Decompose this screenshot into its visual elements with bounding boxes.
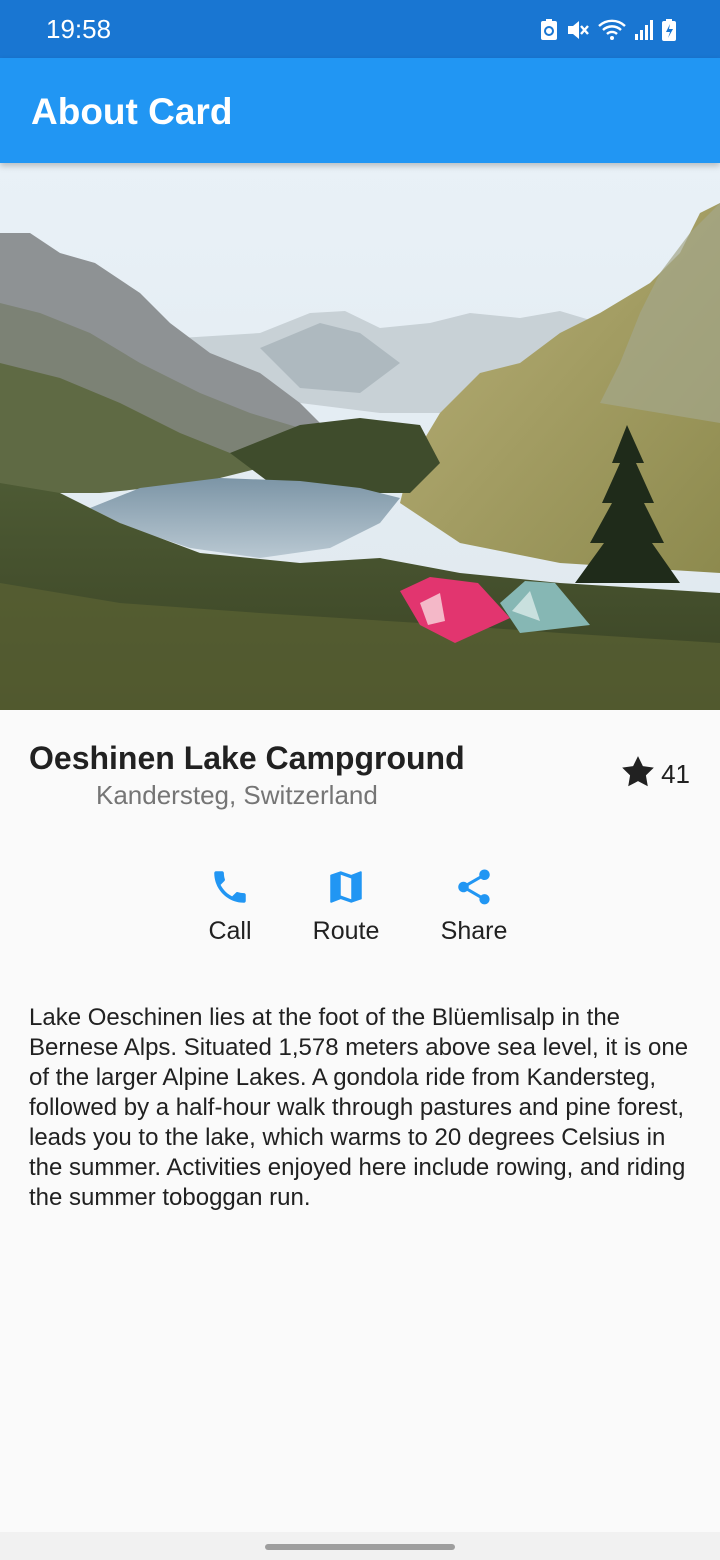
app-bar: About Card xyxy=(0,58,720,163)
phone-icon xyxy=(209,866,251,908)
call-label: Call xyxy=(208,917,252,945)
title-block: Oeshinen Lake Campground Kandersteg, Swi… xyxy=(29,738,589,812)
place-name: Oeshinen Lake Campground xyxy=(29,740,465,776)
map-icon xyxy=(325,866,367,908)
star-icon xyxy=(619,753,657,796)
route-label: Route xyxy=(312,917,380,945)
status-icons xyxy=(540,16,676,44)
share-label: Share xyxy=(440,917,508,945)
mute-icon xyxy=(566,19,590,41)
battery-charging-icon xyxy=(662,19,676,41)
rating-count: 41 xyxy=(661,759,690,789)
app-title: About Card xyxy=(31,91,233,132)
call-button[interactable]: Call xyxy=(170,866,290,946)
status-bar: 19:58 xyxy=(0,0,720,58)
description-text: Lake Oeschinen lies at the foot of the B… xyxy=(29,1004,689,1211)
status-time: 19:58 xyxy=(46,14,112,44)
rating[interactable]: 41 xyxy=(619,754,690,794)
action-buttons: Call Route Share xyxy=(0,866,720,956)
home-indicator[interactable] xyxy=(265,1544,455,1550)
hero-image xyxy=(0,163,720,710)
wifi-icon xyxy=(598,19,626,41)
share-button[interactable]: Share xyxy=(414,866,534,946)
share-icon xyxy=(453,866,495,908)
system-nav-bar xyxy=(0,1532,720,1560)
place-location: Kandersteg, Switzerland xyxy=(96,780,378,810)
signal-icon xyxy=(634,19,654,41)
route-button[interactable]: Route xyxy=(286,866,406,946)
recycle-icon xyxy=(540,19,558,41)
